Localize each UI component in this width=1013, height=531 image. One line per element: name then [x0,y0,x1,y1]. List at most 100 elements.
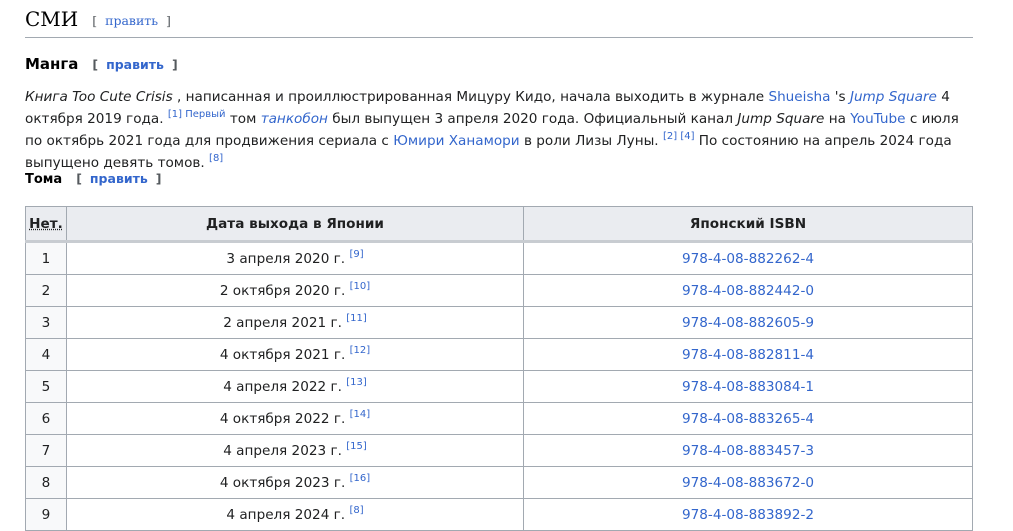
isbn-cell: 978-4-08-882605-9 [523,306,973,339]
table-row: 22 октября 2020 г. [10] 978-4-08-882442-0 [25,274,973,307]
release-date-cell: 2 октября 2020 г. [10] [66,274,524,307]
ref-link[interactable]: [10] [350,281,371,292]
volume-number: 4 [25,338,67,371]
volumes-table: Нет. Дата выхода в Японии Японский ISBN … [25,206,973,531]
link-youtube[interactable]: YouTube [850,111,905,127]
ref-1[interactable]: [1] Первый [168,109,226,120]
release-date: 3 апреля 2020 г. [226,250,346,267]
ref-link[interactable]: [15] [346,441,367,452]
column-header-number: Нет. [25,206,67,243]
ref-link[interactable]: [12] [350,345,371,356]
table-row: 54 апреля 2022 г. [13] 978-4-08-883084-1 [25,370,973,403]
release-date: 4 апреля 2024 г. [226,506,346,523]
text: 's [830,89,850,105]
release-date: 2 октября 2020 г. [219,282,346,299]
link-tankobon[interactable]: танкобон [261,111,328,127]
ref-link[interactable]: [13] [346,377,367,388]
ref-link[interactable]: [11] [346,313,367,324]
subsection-edit: [править] [92,57,178,72]
table-header-row: Нет. Дата выхода в Японии Японский ISBN [25,206,973,243]
isbn-cell: 978-4-08-882262-4 [523,241,973,275]
table-row: 64 октября 2022 г. [14] 978-4-08-883265-4 [25,402,973,435]
section-heading-media: СМИ [править] [25,6,973,38]
isbn-cell: 978-4-08-883892-2 [523,498,973,531]
text: том [225,111,261,127]
column-header-isbn: Японский ISBN [523,206,973,243]
release-date-cell: 3 апреля 2020 г. [9] [66,241,524,275]
isbn-link[interactable]: 978-4-08-883457-3 [682,443,814,459]
ref-link[interactable]: [14] [350,409,371,420]
text: , написанная и проиллюстрированная Мицур… [172,89,769,105]
release-date: 4 октября 2021 г. [219,346,346,363]
table-row: 74 апреля 2023 г. [15] 978-4-08-883457-3 [25,434,973,467]
release-date: 4 апреля 2023 г. [223,442,342,459]
link-jump-square[interactable]: Jump Square [850,89,937,105]
volume-number: 7 [25,434,67,467]
release-date-cell: 4 апреля 2024 г. [8] [66,498,524,531]
isbn-cell: 978-4-08-883265-4 [523,402,973,435]
text-title: Книга Too Cute Crisis [25,89,173,105]
isbn-link[interactable]: 978-4-08-883084-1 [682,379,814,395]
isbn-cell: 978-4-08-882442-0 [523,274,973,307]
isbn-link[interactable]: 978-4-08-882605-9 [682,315,814,331]
subsection-title: Манга [25,55,79,73]
volume-number: 3 [25,306,67,339]
volumes-table-body: 13 апреля 2020 г. [9] 978-4-08-882262-4 2 2… [25,241,973,531]
isbn-cell: 978-4-08-883084-1 [523,370,973,403]
isbn-link[interactable]: 978-4-08-882811-4 [682,347,814,363]
release-date: 4 октября 2023 г. [219,474,346,491]
isbn-cell: 978-4-08-883457-3 [523,434,973,467]
table-row: 32 апреля 2021 г. [11] 978-4-08-882605-9 [25,306,973,339]
release-date: 2 апреля 2021 г. [223,314,342,331]
isbn-link[interactable]: 978-4-08-883672-0 [682,475,814,491]
text: был выпущен 3 апреля 2020 года. Официаль… [327,111,738,127]
table-row: 84 октября 2023 г. [16] 978-4-08-883672-0 [25,466,973,499]
volume-number: 1 [25,241,67,275]
section-edit: [править] [92,13,171,28]
ref-link[interactable]: [8] [349,505,363,516]
table-row: 94 апреля 2024 г. [8] 978-4-08-883892-2 [25,498,973,531]
text: на [824,111,851,127]
volume-number: 8 [25,466,67,499]
section-title: СМИ [25,7,79,31]
release-date: 4 апреля 2022 г. [223,378,342,395]
manga-paragraph: Книга Too Cute Crisis , написанная и про… [25,86,973,174]
release-date-cell: 4 апреля 2022 г. [13] [66,370,524,403]
volume-number: 5 [25,370,67,403]
release-date-cell: 4 октября 2021 г. [12] [66,338,524,371]
release-date-cell: 2 апреля 2021 г. [11] [66,306,524,339]
isbn-link[interactable]: 978-4-08-883265-4 [682,411,814,427]
isbn-cell: 978-4-08-883672-0 [523,466,973,499]
text-jump-square: Jump Square [737,111,825,127]
table-row: 44 октября 2021 г. [12] 978-4-08-882811-4 [25,338,973,371]
subsection-edit-link[interactable]: править [106,57,164,72]
release-date-cell: 4 октября 2023 г. [16] [66,466,524,499]
section-edit-link[interactable]: править [105,13,158,28]
release-date: 4 октября 2022 г. [219,410,346,427]
ref-8[interactable]: [8] [209,153,223,164]
ref-2[interactable]: [2] [663,131,677,142]
isbn-link[interactable]: 978-4-08-882442-0 [682,283,814,299]
volume-number: 6 [25,402,67,435]
ref-link[interactable]: [9] [349,249,363,260]
volume-number: 2 [25,274,67,307]
column-header-date: Дата выхода в Японии [66,206,524,243]
subsection-heading-manga: Манга [править] [25,55,178,73]
isbn-link[interactable]: 978-4-08-882262-4 [682,251,814,267]
link-shueisha[interactable]: Shueisha [768,89,830,105]
text: в роли Лизы Луны. [519,133,663,149]
volumes-title: Тома [25,172,63,187]
isbn-link[interactable]: 978-4-08-883892-2 [682,507,814,523]
subsection-heading-volumes: Тома [править] [25,171,161,187]
volumes-edit-link[interactable]: править [90,171,148,186]
release-date-cell: 4 октября 2022 г. [14] [66,402,524,435]
ref-4[interactable]: [4] [680,131,694,142]
volume-number: 9 [25,498,67,531]
ref-link[interactable]: [16] [350,473,371,484]
volumes-edit: [править] [76,171,162,186]
number-header-label[interactable]: Нет. [29,216,63,232]
table-row: 13 апреля 2020 г. [9] 978-4-08-882262-4 [25,241,973,275]
link-yumiri-hanamori[interactable]: Юмири Ханамори [393,133,519,149]
isbn-cell: 978-4-08-882811-4 [523,338,973,371]
release-date-cell: 4 апреля 2023 г. [15] [66,434,524,467]
